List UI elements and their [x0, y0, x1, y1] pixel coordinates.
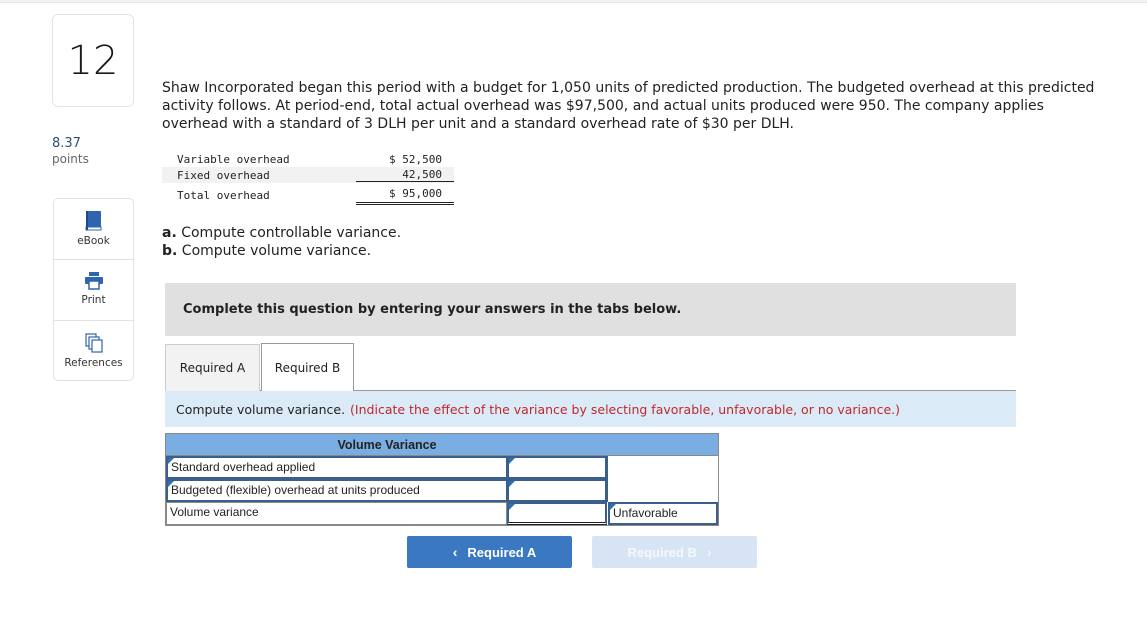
chevron-right-icon: › — [706, 544, 712, 560]
row-label-dropdown[interactable]: Budgeted (flexible) overhead at units pr… — [166, 479, 507, 502]
print-label: Print — [81, 294, 106, 306]
prompt-note: (Indicate the effect of the variance by … — [350, 401, 901, 417]
prompt-text: Compute volume variance. — [176, 401, 346, 417]
prev-required-a-button[interactable]: ‹ Required A — [407, 536, 572, 568]
dropdown-flag-icon — [168, 458, 174, 464]
tab-required-a[interactable]: Required A — [165, 344, 260, 391]
standard-overhead-applied-input[interactable] — [509, 458, 605, 477]
next-button-label: Required B — [627, 544, 697, 560]
requirement-text: Compute controllable variance. — [176, 225, 402, 241]
requirement-a: a. Compute controllable variance. — [162, 224, 401, 242]
effect-cell-empty — [607, 456, 718, 479]
effect-cell-empty — [607, 479, 718, 502]
budget-row-variable: Variable overhead $ 52,500 — [162, 151, 454, 167]
amount-input-cell — [507, 502, 607, 525]
question-prompt: Compute volume variance. (Indicate the e… — [165, 391, 1016, 427]
volume-variance-table: Volume Variance Standard overhead applie… — [165, 433, 719, 526]
references-label: References — [64, 357, 123, 369]
input-flag-icon — [509, 458, 515, 464]
table-row: Volume variance Unfavorable — [166, 502, 718, 525]
requirement-letter: a. — [162, 225, 177, 241]
input-flag-icon — [509, 504, 515, 510]
book-icon — [85, 211, 103, 231]
top-border — [0, 0, 1147, 3]
dropdown-flag-icon — [168, 481, 174, 487]
chevron-left-icon: ‹ — [452, 544, 458, 560]
references-button[interactable]: References — [54, 321, 133, 382]
table-title: Volume Variance — [166, 434, 718, 456]
budget-row-total: Total overhead $ 95,000 — [162, 183, 454, 205]
tab-required-b[interactable]: Required B — [261, 343, 354, 392]
printer-icon — [84, 272, 104, 290]
points-label: points — [52, 152, 89, 166]
ebook-label: eBook — [77, 235, 110, 247]
problem-text: Shaw Incorporated began this period with… — [162, 80, 1095, 132]
budget-label: Fixed overhead — [177, 168, 270, 182]
row-label: Budgeted (flexible) overhead at units pr… — [171, 483, 420, 497]
tools-panel: eBook Print References — [53, 198, 134, 381]
budget-row-fixed: Fixed overhead 42,500 — [162, 167, 454, 183]
budgeted-overhead-input[interactable] — [509, 481, 605, 500]
row-label: Standard overhead applied — [171, 460, 316, 474]
requirement-text: Compute volume variance. — [177, 243, 372, 259]
requirement-b: b. Compute volume variance. — [162, 242, 401, 260]
budget-value: $ 52,500 — [389, 152, 442, 166]
instruction-banner: Complete this question by entering your … — [165, 283, 1016, 336]
tab-bar: Required A Required B — [165, 343, 1016, 392]
budget-value: 42,500 — [356, 168, 454, 182]
prev-button-label: Required A — [467, 544, 537, 560]
table-row: Budgeted (flexible) overhead at units pr… — [166, 479, 718, 502]
dropdown-flag-icon — [610, 504, 616, 510]
print-button[interactable]: Print — [54, 260, 133, 321]
variance-effect-dropdown[interactable]: Unfavorable — [608, 502, 718, 525]
variance-effect-value: Unfavorable — [613, 506, 678, 520]
question-number: 12 — [52, 14, 134, 107]
next-required-b-button[interactable]: Required B › — [592, 536, 757, 568]
amount-input-cell — [507, 456, 607, 479]
amount-input-cell — [507, 479, 607, 502]
row-label: Volume variance — [166, 502, 507, 525]
points-value: 8.37 — [52, 136, 81, 151]
ebook-button[interactable]: eBook — [54, 199, 133, 260]
row-label-dropdown[interactable]: Standard overhead applied — [166, 456, 507, 479]
table-row: Standard overhead applied — [166, 456, 718, 479]
documents-icon — [84, 333, 103, 353]
budget-value: $ 95,000 — [356, 185, 454, 205]
budget-label: Variable overhead — [177, 152, 290, 166]
requirement-letter: b. — [162, 243, 178, 259]
budget-label: Total overhead — [177, 188, 270, 202]
volume-variance-input[interactable] — [509, 504, 605, 522]
requirements-list: a. Compute controllable variance. b. Com… — [162, 224, 401, 260]
input-flag-icon — [509, 481, 515, 487]
budget-table: Variable overhead $ 52,500 Fixed overhea… — [162, 151, 454, 205]
